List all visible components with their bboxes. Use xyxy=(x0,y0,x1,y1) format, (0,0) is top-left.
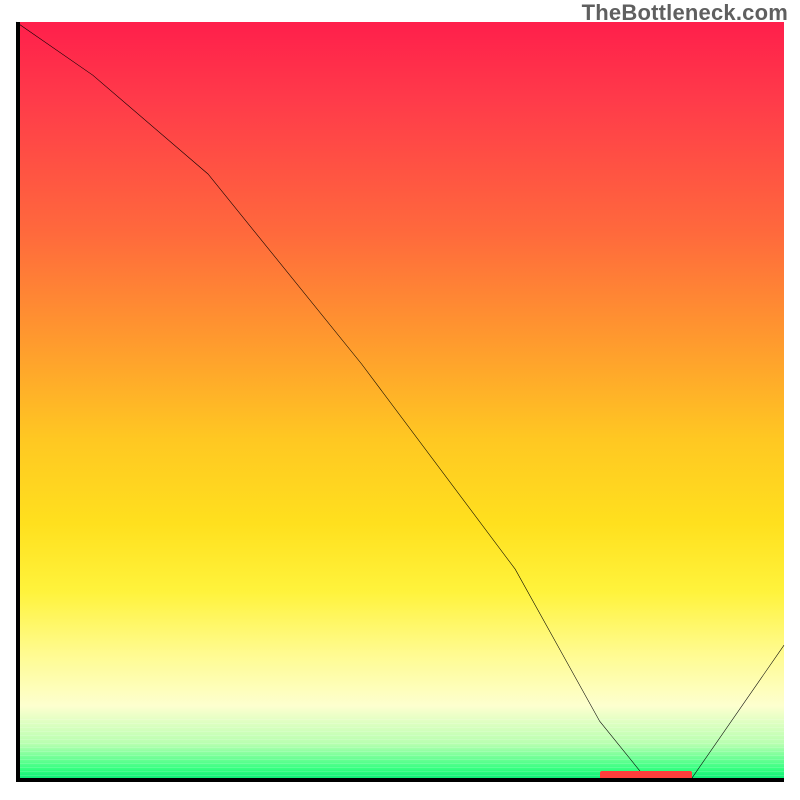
optimal-range-marker xyxy=(600,771,692,779)
bottleneck-curve-line xyxy=(16,22,784,782)
chart-plot-area xyxy=(16,22,784,782)
